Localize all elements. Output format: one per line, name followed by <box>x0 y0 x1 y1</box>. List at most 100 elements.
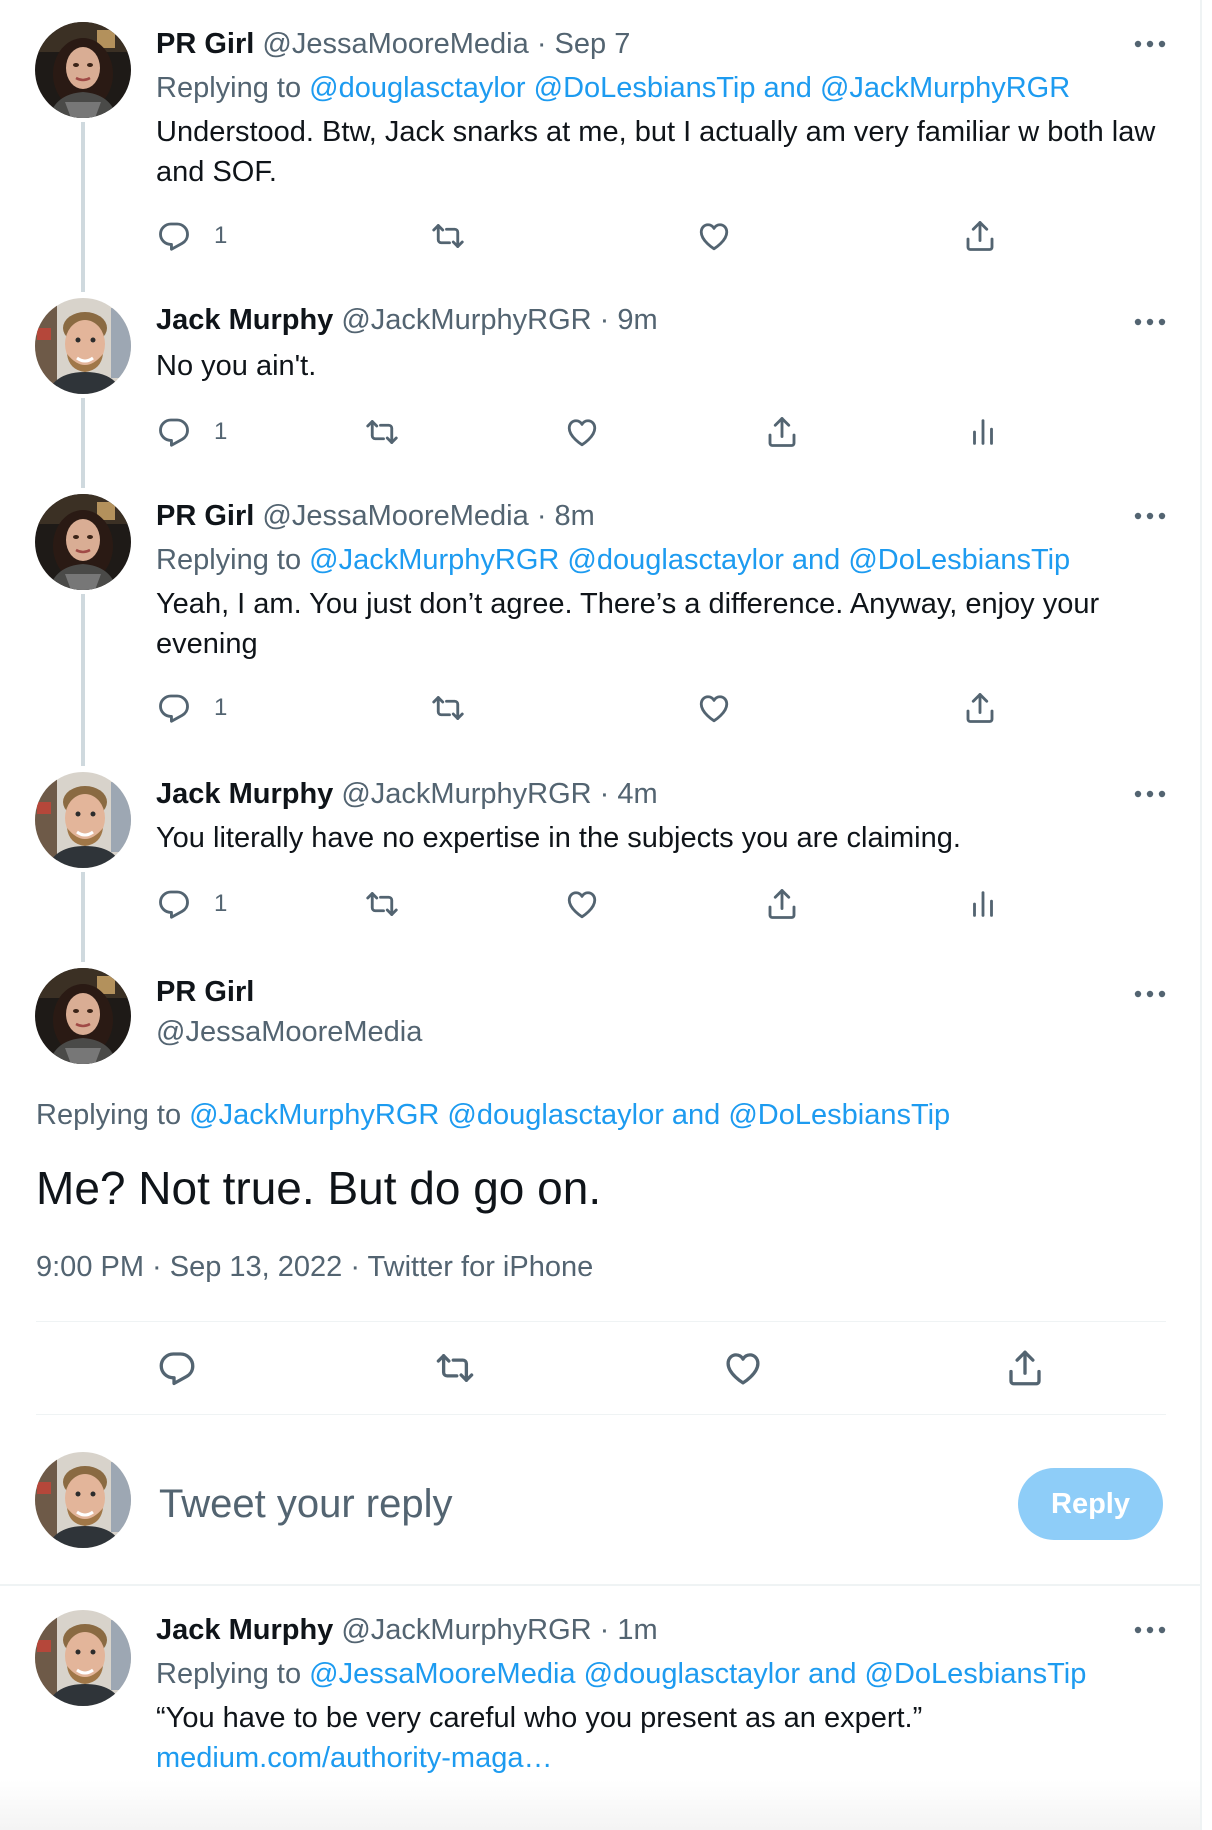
tweet-text: You literally have no expertise in the s… <box>156 822 961 854</box>
thread-line <box>81 594 85 766</box>
like-button[interactable] <box>564 412 600 452</box>
more-icon[interactable] <box>1132 788 1168 800</box>
avatar[interactable] <box>35 22 131 118</box>
user-handle[interactable]: @JackMurphyRGR <box>341 304 591 336</box>
tweet-actions: 1 <box>156 688 1016 728</box>
timestamp[interactable]: 9m <box>617 304 657 336</box>
tweet-text: “You have to be very careful who you pre… <box>156 1702 923 1734</box>
main-tweet-text: Me? Not true. But do go on. <box>36 1162 602 1214</box>
tweet-link[interactable]: medium.com/authority-maga… <box>156 1738 1176 1778</box>
retweet-button[interactable] <box>430 688 466 728</box>
retweet-button[interactable] <box>364 412 400 452</box>
separator-dot: · <box>591 304 618 336</box>
retweet-icon <box>364 886 400 922</box>
share-button[interactable] <box>764 412 800 452</box>
reply-button[interactable] <box>156 1348 198 1388</box>
main-display-name[interactable]: PR Girl <box>156 974 254 1010</box>
user-handle[interactable]: @JessaMooreMedia <box>156 1016 422 1048</box>
bottom-fade <box>0 1780 1200 1830</box>
tweet-header: Jack Murphy @JackMurphyRGR · 1m <box>156 1612 658 1648</box>
reply-button[interactable]: 1 <box>156 688 227 728</box>
tweet-text: Understood. Btw, Jack snarks at me, but … <box>156 116 1156 188</box>
share-button[interactable] <box>764 884 800 924</box>
like-button[interactable] <box>696 688 732 728</box>
analytics-icon <box>966 415 1000 449</box>
replying-to: Replying to @JackMurphyRGR @douglasctayl… <box>156 542 1070 578</box>
separator-dot: · <box>591 778 618 810</box>
thread-line <box>81 122 85 292</box>
share-icon <box>764 414 800 450</box>
retweet-button[interactable] <box>430 216 466 256</box>
like-button[interactable] <box>696 216 732 256</box>
tweet-text: No you ain't. <box>156 350 317 382</box>
retweet-button[interactable] <box>364 884 400 924</box>
share-button[interactable] <box>962 688 998 728</box>
reply-button[interactable]: 1 <box>156 884 227 924</box>
more-icon[interactable] <box>1132 316 1168 328</box>
more-icon[interactable] <box>1132 1624 1168 1636</box>
reply-button[interactable]: 1 <box>156 412 227 452</box>
display-name[interactable]: PR Girl <box>156 500 254 532</box>
avatar[interactable] <box>35 968 131 1064</box>
retweet-icon <box>430 218 466 254</box>
avatar[interactable] <box>35 494 131 590</box>
analytics-button[interactable] <box>966 412 1000 452</box>
reply-submit-button[interactable]: Reply <box>1018 1468 1163 1540</box>
main-tweet-actions <box>156 1348 1056 1388</box>
avatar <box>35 1452 131 1548</box>
timestamp[interactable]: 8m <box>555 500 595 532</box>
tweet-actions: 1 <box>156 412 1016 452</box>
like-icon <box>564 886 600 922</box>
replying-links[interactable]: @JessaMooreMedia @douglasctaylor and @Do… <box>309 1658 1086 1690</box>
replying-links[interactable]: @JackMurphyRGR @douglasctaylor and @DoLe… <box>189 1099 950 1131</box>
display-name[interactable]: PR Girl <box>156 976 254 1008</box>
reply-count: 1 <box>214 890 228 917</box>
display-name[interactable]: Jack Murphy <box>156 1614 333 1646</box>
retweet-icon <box>430 690 466 726</box>
avatar[interactable] <box>35 772 131 868</box>
replying-prefix: Replying to <box>156 72 302 104</box>
display-name[interactable]: Jack Murphy <box>156 304 333 336</box>
more-icon[interactable] <box>1132 510 1168 522</box>
analytics-button[interactable] <box>966 884 1000 924</box>
user-handle[interactable]: @JackMurphyRGR <box>341 1614 591 1646</box>
timestamp[interactable]: Sep 7 <box>555 28 631 60</box>
main-user-handle[interactable]: @JessaMooreMedia <box>156 1014 422 1050</box>
share-icon <box>764 886 800 922</box>
retweet-icon <box>434 1347 476 1389</box>
display-name[interactable]: PR Girl <box>156 28 254 60</box>
analytics-icon <box>966 887 1000 921</box>
like-icon <box>564 414 600 450</box>
divider <box>0 1584 1200 1586</box>
reply-button[interactable]: 1 <box>156 216 227 256</box>
share-icon <box>962 218 998 254</box>
timestamp[interactable]: 4m <box>617 778 657 810</box>
tweet-reply-input[interactable]: Tweet your reply <box>159 1482 452 1527</box>
tweet-actions: 1 <box>156 884 1016 924</box>
replying-to: Replying to @douglasctaylor @DoLesbiansT… <box>156 70 1070 106</box>
tweet-header: PR Girl @JessaMooreMedia · 8m <box>156 498 595 534</box>
display-name[interactable]: Jack Murphy <box>156 778 333 810</box>
like-button[interactable] <box>722 1348 764 1388</box>
share-button[interactable] <box>1004 1348 1046 1388</box>
user-handle[interactable]: @JessaMooreMedia <box>262 28 528 60</box>
like-button[interactable] <box>564 884 600 924</box>
replying-links[interactable]: @JackMurphyRGR @douglasctaylor and @DoLe… <box>309 544 1070 576</box>
tweet-metadata[interactable]: 9:00 PM · Sep 13, 2022 · Twitter for iPh… <box>36 1249 593 1285</box>
tweet-header: PR Girl @JessaMooreMedia · Sep 7 <box>156 26 630 62</box>
tweet-header: Jack Murphy @JackMurphyRGR · 9m <box>156 302 658 338</box>
avatar[interactable] <box>35 1610 131 1706</box>
tweet-actions: 1 <box>156 216 1016 256</box>
like-icon <box>696 218 732 254</box>
user-handle[interactable]: @JessaMooreMedia <box>262 500 528 532</box>
avatar[interactable] <box>35 298 131 394</box>
replying-prefix: Replying to <box>36 1099 182 1131</box>
replying-links[interactable]: @douglasctaylor @DoLesbiansTip and @Jack… <box>309 72 1070 104</box>
more-icon[interactable] <box>1132 38 1168 50</box>
user-handle[interactable]: @JackMurphyRGR <box>341 778 591 810</box>
retweet-button[interactable] <box>434 1348 476 1388</box>
more-icon[interactable] <box>1132 988 1168 1000</box>
timestamp[interactable]: 1m <box>617 1614 657 1646</box>
thread-line <box>81 872 85 962</box>
share-button[interactable] <box>962 216 998 256</box>
